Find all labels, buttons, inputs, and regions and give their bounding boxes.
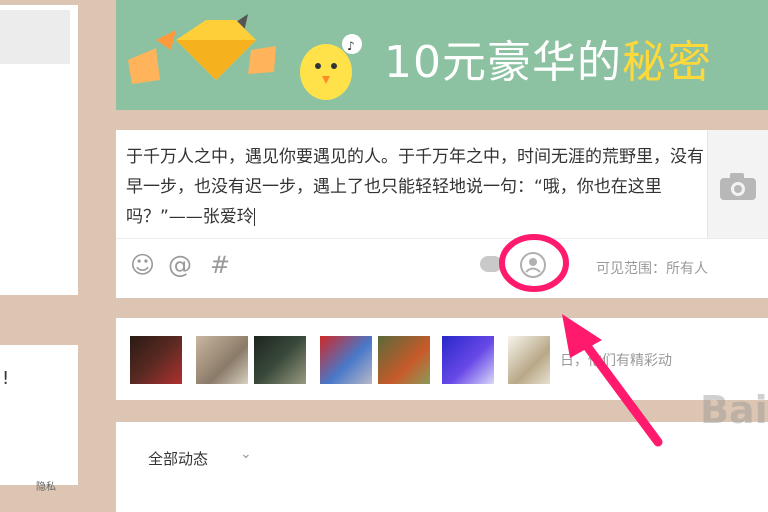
camera-icon (720, 173, 756, 200)
post-composer: 于千万人之中，遇见你要遇见的人。于千万年之中，时间无涯的荒野里，没有早一步，也没… (116, 130, 768, 298)
left-mark-text: ! (2, 368, 10, 389)
emoji-icon[interactable]: ☺ (130, 250, 155, 280)
left-sidebar: ! 隐私 (0, 0, 80, 510)
at-icon[interactable]: @ (168, 250, 192, 280)
friend-avatar[interactable] (196, 336, 248, 384)
left-profile-card (0, 5, 78, 295)
visibility-value: 所有人 (666, 261, 708, 277)
friends-strip: 日，他们有精彩动 (116, 318, 768, 400)
friend-avatar[interactable] (378, 336, 430, 384)
friend-avatar[interactable] (442, 336, 494, 384)
hashtag-icon[interactable]: # (210, 250, 230, 280)
post-textarea[interactable]: 于千万人之中，遇见你要遇见的人。于千万年之中，时间无涯的荒野里，没有早一步，也没… (126, 142, 706, 232)
post-text: 于千万人之中，遇见你要遇见的人。于千万年之中，时间无涯的荒野里，没有早一步，也没… (126, 147, 704, 227)
promo-banner[interactable]: ♪ 10元豪华的秘密 (116, 0, 768, 110)
banner-title-main: 10元豪华的 (384, 37, 622, 88)
composer-divider (116, 238, 768, 239)
friend-avatar[interactable] (254, 336, 306, 384)
watermark-logo: Bai (700, 388, 768, 432)
feed-filter-tab[interactable]: 全部动态 (148, 448, 208, 469)
text-cursor (253, 208, 255, 226)
gem-illustration: ♪ (128, 14, 362, 100)
annotation-ring (499, 234, 569, 292)
banner-title: 10元豪华的秘密 (384, 26, 712, 90)
annotation-arrow (562, 314, 663, 447)
feed-panel: 全部动态 ⌄ (116, 422, 768, 512)
svg-text:♪: ♪ (347, 39, 355, 53)
chevron-down-icon[interactable]: ⌄ (240, 446, 252, 462)
left-info-card (0, 345, 78, 485)
visibility-selector[interactable]: 可见范围：所有人 (596, 258, 708, 278)
friend-avatar[interactable] (320, 336, 372, 384)
friend-avatar[interactable] (130, 336, 182, 384)
visibility-label: 可见范围： (596, 261, 666, 277)
photo-upload-button[interactable] (707, 130, 768, 238)
left-small-text: 隐私 (36, 482, 56, 493)
banner-title-highlight: 秘密 (622, 37, 712, 88)
left-card-header (0, 10, 70, 64)
